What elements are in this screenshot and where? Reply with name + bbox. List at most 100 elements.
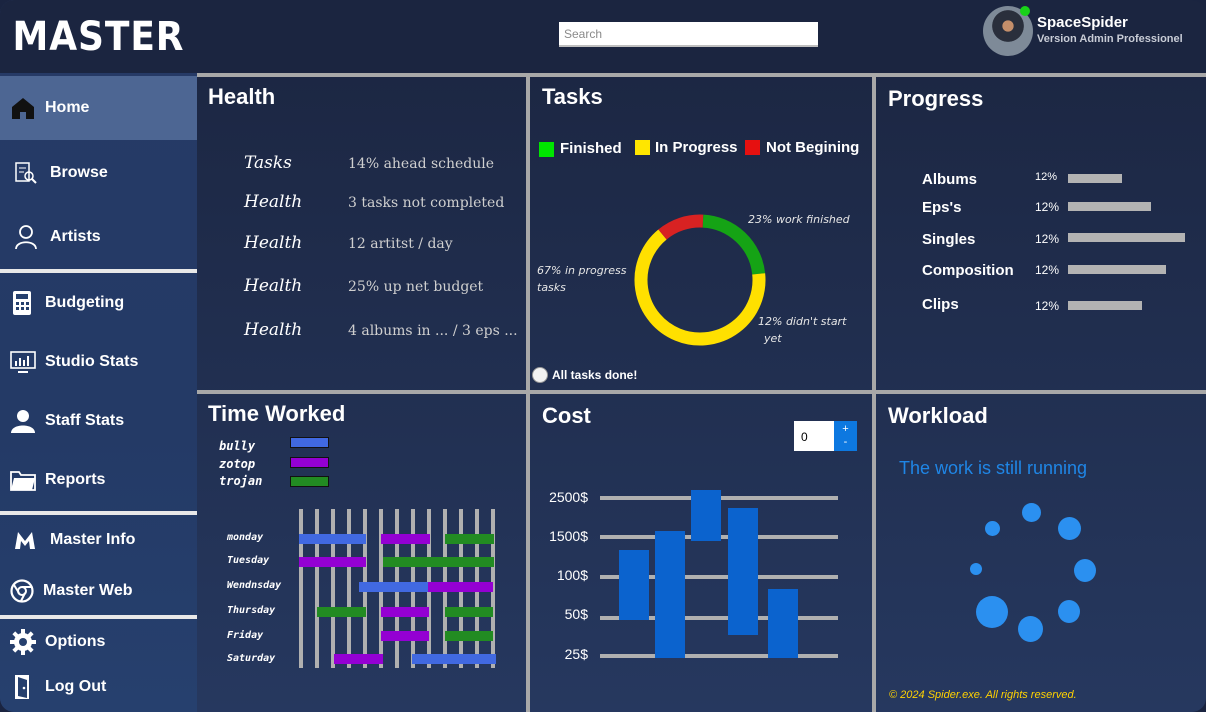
progress-pct: 12% [1035, 200, 1060, 214]
spinner-down-button[interactable]: - [834, 436, 857, 449]
time-bar-zotop [334, 654, 383, 664]
sidebar-item-artists[interactable]: Artists [0, 209, 197, 264]
spinner-dot [985, 521, 1000, 536]
progress-bar [1068, 265, 1166, 274]
sidebar-item-studio-stats[interactable]: Studio Stats [0, 336, 197, 388]
progress-bar [1068, 233, 1185, 242]
time-bar-bully [359, 582, 428, 592]
legend-label: bully [219, 439, 256, 453]
all-tasks-done-checkbox[interactable] [532, 367, 548, 383]
progress-label: Eps's [922, 199, 962, 216]
grid-divider [872, 73, 876, 712]
health-value: 14% ahead schedule [348, 156, 495, 172]
spinner-dot [1058, 517, 1081, 540]
day-label: Wendnsday [227, 580, 282, 591]
time-grid-line [331, 509, 335, 668]
sidebar-item-log-out[interactable]: Log Out [0, 666, 197, 708]
time-bar-trojan [445, 607, 493, 617]
progress-pct: 12% [1035, 232, 1060, 246]
donut-slice-not-begining [658, 214, 704, 240]
spinner-dot [1074, 559, 1096, 582]
donut-slice-in-progress [634, 229, 766, 346]
legend-swatch-finished [539, 142, 554, 157]
time-bar-zotop [381, 631, 429, 641]
health-key: Health [244, 276, 303, 296]
health-key: Health [244, 320, 303, 340]
cost-spinner-buttons[interactable]: + - [834, 421, 857, 451]
time-bar-zotop [428, 582, 493, 592]
user-role: Version Admin Professionel [1037, 33, 1183, 45]
sidebar: MASTER Home Browse Artists Budgeting Stu… [0, 0, 197, 712]
annotation-finished: 23% work finished [748, 213, 850, 226]
logo-box: MASTER [0, 0, 197, 73]
sidebar-item-budgeting[interactable]: Budgeting [0, 277, 197, 329]
sidebar-item-label: Staff Stats [45, 412, 125, 429]
health-value: 12 artitst / day [348, 236, 453, 252]
health-value: 3 tasks not completed [348, 195, 505, 211]
calculator-icon [13, 291, 31, 315]
spinner-up-button[interactable]: + [834, 423, 857, 436]
annotation-progress-2: tasks [537, 281, 566, 294]
time-bar-trojan [383, 557, 494, 567]
chrome-icon [10, 579, 34, 603]
panel-title: Workload [888, 403, 988, 428]
home-icon [12, 98, 34, 119]
day-label: Friday [227, 630, 264, 641]
legend-swatch-bully [290, 437, 329, 448]
sidebar-item-options[interactable]: Options [0, 621, 197, 663]
sidebar-item-browse[interactable]: Browse [0, 145, 197, 200]
grid-divider [197, 73, 1206, 77]
time-bar-bully [412, 654, 496, 664]
app-logo: MASTER [12, 13, 185, 60]
sidebar-item-label: Master Web [43, 582, 133, 599]
progress-label: Composition [922, 262, 1014, 279]
progress-bar [1068, 301, 1142, 310]
health-key: Health [244, 192, 303, 212]
time-bar-trojan [445, 631, 493, 641]
health-value: 25% up net budget [348, 279, 484, 295]
sidebar-item-label: Browse [50, 163, 108, 181]
browse-icon [15, 161, 37, 184]
sidebar-item-master-web[interactable]: Master Web [0, 568, 197, 614]
grid-divider [197, 390, 1206, 394]
annotation-progress: 67% in progress [537, 264, 627, 277]
sidebar-item-label: Budgeting [45, 294, 125, 311]
sidebar-item-reports[interactable]: Reports [0, 454, 197, 506]
sidebar-item-label: Studio Stats [45, 353, 139, 370]
spinner-dot [976, 596, 1008, 628]
time-bar-bully [299, 534, 366, 544]
cost-bar [768, 589, 798, 658]
cost-tick-label: 25$ [564, 646, 588, 662]
spinner-dot [970, 563, 982, 575]
spinner-dot [1018, 616, 1043, 642]
cost-bar [691, 490, 721, 541]
sidebar-item-label: Artists [50, 227, 101, 245]
day-label: Tuesday [227, 555, 270, 566]
user-name: SpaceSpider [1037, 14, 1128, 31]
m-logo-icon [15, 532, 35, 549]
donut-slice-finished [702, 214, 766, 275]
sidebar-item-master-info[interactable]: Master Info [0, 517, 197, 563]
progress-label: Singles [922, 231, 976, 248]
search-input[interactable] [559, 22, 818, 47]
cost-tick-label: 100$ [556, 567, 588, 583]
cost-bar [655, 531, 685, 658]
cost-spinner-input[interactable]: 0 [794, 421, 834, 451]
door-exit-icon [15, 675, 29, 699]
sidebar-item-staff-stats[interactable]: Staff Stats [0, 395, 197, 447]
time-grid-line [299, 509, 303, 668]
progress-pct: 12% [1035, 299, 1060, 313]
sidebar-item-label: Master Info [50, 531, 136, 548]
progress-bar [1068, 202, 1151, 211]
cost-bar [619, 550, 649, 620]
sidebar-item-home[interactable]: Home [0, 76, 197, 140]
progress-label: Clips [922, 296, 959, 313]
time-bar-zotop [381, 534, 430, 544]
legend-label: zotop [219, 457, 256, 471]
legend-swatch-zotop [290, 457, 329, 468]
spinner-dot [1058, 600, 1080, 623]
sidebar-divider [0, 615, 197, 619]
monitor-chart-icon [10, 351, 36, 373]
gear-icon [10, 629, 36, 655]
sidebar-divider [0, 511, 197, 515]
